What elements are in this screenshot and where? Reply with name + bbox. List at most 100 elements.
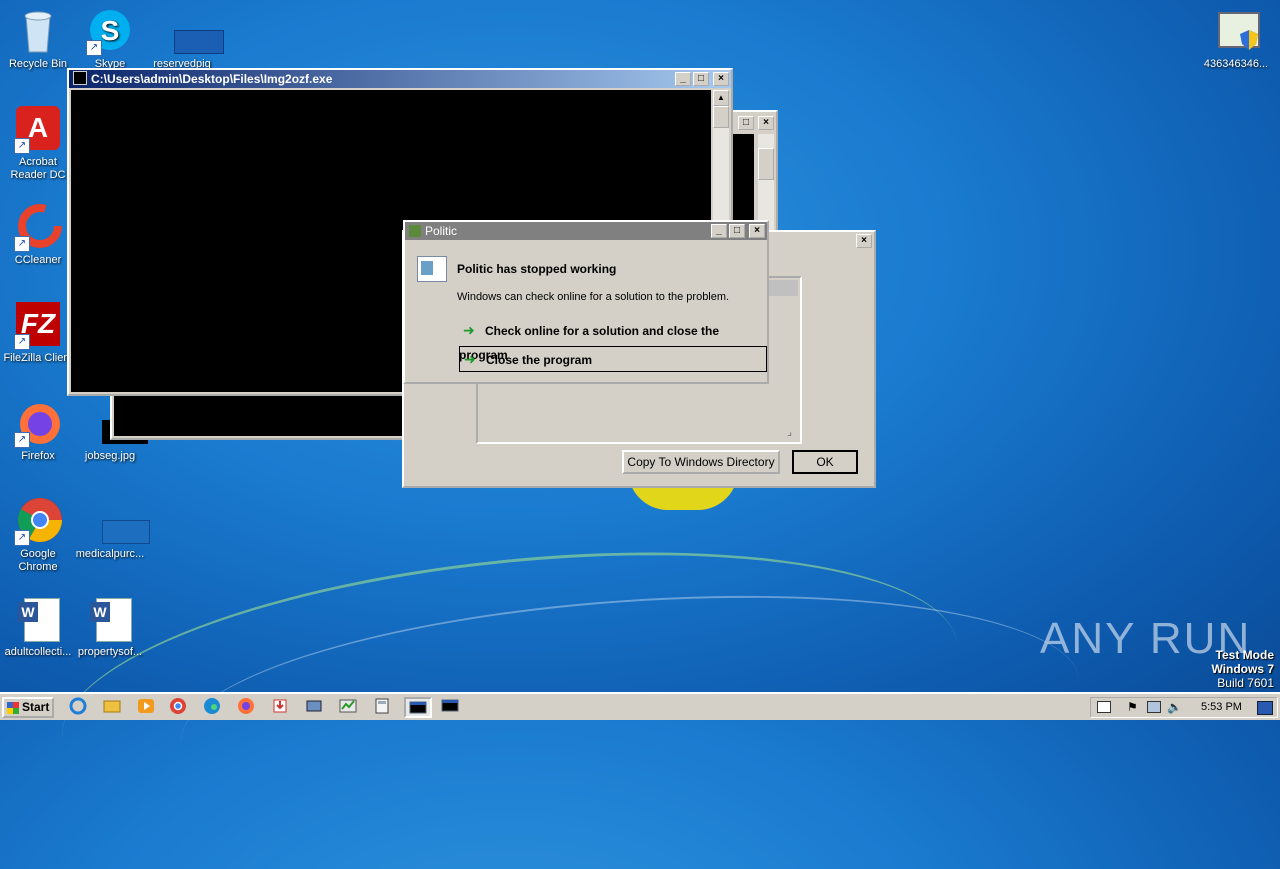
chrome-taskbar-icon[interactable]: [166, 697, 194, 718]
shortcut-arrow-icon: ↗: [86, 40, 102, 56]
acrobat-icon: A ↗: [14, 106, 62, 154]
desktop-icon-reservedpig[interactable]: reservedpig: [144, 8, 224, 71]
console-app-icon: [73, 71, 87, 85]
word-doc-icon: W: [86, 596, 134, 644]
check-online-option[interactable]: ➜ Check online for a solution and close t…: [459, 318, 769, 362]
desktop-icon-chrome[interactable]: ↗ Google Chrome: [0, 498, 76, 574]
taskbar: Start ⚑ 🔈 5:53 PM: [0, 692, 1280, 720]
desktop-icon-label: Firefox: [21, 450, 55, 462]
app-icon: [409, 225, 421, 237]
copy-to-windows-directory-button[interactable]: Copy To Windows Directory: [622, 450, 780, 474]
volume-icon[interactable]: 🔈: [1167, 698, 1182, 717]
image-file-icon: [86, 498, 150, 546]
console-title-bar[interactable]: C:\Users\admin\Desktop\Files\Img2ozf.exe…: [69, 70, 731, 88]
minimize-button[interactable]: _: [675, 72, 691, 86]
close-button[interactable]: ×: [749, 224, 765, 238]
desktop-icon-label: Acrobat Reader DC: [10, 156, 66, 181]
network-tray-icon[interactable]: [1147, 701, 1161, 713]
build-label: Build 7601: [1217, 676, 1274, 690]
word-doc-icon: W: [14, 596, 62, 644]
close-program-option[interactable]: ➜ Close the program: [459, 346, 767, 372]
close-program-label: Close the program: [486, 353, 593, 367]
desktop-icon-propertysof[interactable]: W propertysof...: [72, 596, 148, 659]
desktop-icon-436346346[interactable]: 436346346...: [1198, 8, 1274, 71]
action-center-flag-icon[interactable]: ⚑: [1127, 698, 1138, 717]
shortcut-arrow-icon: ↗: [14, 530, 30, 546]
console-taskbar-button[interactable]: [404, 697, 432, 718]
desktop-icon-label: CCleaner: [14, 254, 62, 266]
desktop-icon-skype[interactable]: S ↗ Skype: [72, 8, 148, 71]
media-player-taskbar-icon[interactable]: [134, 697, 162, 718]
recycle-bin-icon: [14, 8, 62, 56]
desktop-icon-firefox[interactable]: ↗ Firefox: [0, 400, 76, 463]
explorer-taskbar-icon[interactable]: [100, 697, 128, 718]
skype-icon: S ↗: [86, 8, 134, 56]
calculator-taskbar-icon[interactable]: [370, 697, 398, 718]
error-heading: Politic has stopped working: [457, 262, 617, 276]
maximize-button[interactable]: □: [729, 224, 745, 238]
desktop-icon-medicalpurc[interactable]: medicalpurc...: [72, 498, 150, 561]
show-desktop-button[interactable]: [1257, 701, 1273, 715]
desktop-icon-adultcollecti[interactable]: W adultcollecti...: [0, 596, 76, 659]
test-mode-label: Test Mode: [1215, 648, 1274, 662]
desktop-icon-label: medicalpurc...: [75, 548, 145, 560]
firefox-taskbar-icon[interactable]: [234, 697, 262, 718]
desktop-icon-label: Google Chrome: [18, 548, 58, 573]
desktop-icon-label: 436346346...: [1203, 58, 1269, 70]
green-arrow-icon: ➜: [463, 322, 475, 338]
chrome-icon: ↗: [14, 498, 62, 546]
resize-grip-icon: ⌟: [787, 427, 792, 438]
show-desktop-icon[interactable]: [1097, 701, 1111, 713]
shortcut-arrow-icon: ↗: [14, 236, 30, 252]
scrollbar-thumb[interactable]: [713, 106, 729, 128]
shortcut-arrow-icon: ↗: [14, 334, 30, 350]
close-button[interactable]: ×: [856, 234, 872, 248]
clock[interactable]: 5:53 PM: [1201, 698, 1242, 717]
ccleaner-icon: ↗: [14, 204, 62, 252]
error-dialog[interactable]: Politic _ □ × Politic has stopped workin…: [403, 220, 769, 384]
ok-button[interactable]: OK: [792, 450, 858, 474]
maximize-button[interactable]: □: [693, 72, 709, 86]
shield-app-icon: [1212, 8, 1260, 56]
svg-text:S: S: [101, 15, 120, 46]
desktop-icon-label: FileZilla Client: [3, 352, 73, 364]
desktop-icon-label: jobseg.jpg: [84, 450, 136, 462]
green-arrow-icon: ➜: [464, 351, 476, 367]
console-title: C:\Users\admin\Desktop\Files\Img2ozf.exe: [91, 72, 333, 86]
download-taskbar-icon[interactable]: [268, 697, 296, 718]
error-title-bar[interactable]: Politic _ □ ×: [405, 222, 767, 240]
scrollbar-thumb[interactable]: [758, 148, 774, 180]
minimize-button[interactable]: _: [711, 224, 727, 238]
task-manager-taskbar-icon[interactable]: [336, 697, 364, 718]
edge-taskbar-icon[interactable]: [200, 697, 228, 718]
shortcut-arrow-icon: ↗: [14, 432, 30, 448]
windows-logo-icon: [7, 702, 19, 714]
shortcut-arrow-icon: ↗: [14, 138, 30, 154]
desktop-icon-ccleaner[interactable]: ↗ CCleaner: [0, 204, 76, 267]
details-header: [768, 280, 798, 296]
system-tray: ⚑ 🔈 5:53 PM: [1090, 697, 1278, 718]
os-label: Windows 7: [1211, 662, 1274, 676]
image-file-icon: [158, 8, 224, 56]
network-taskbar-icon[interactable]: [302, 697, 330, 718]
desktop-icon-label: adultcollecti...: [4, 646, 72, 658]
desktop-icon-label: Recycle Bin: [8, 58, 68, 70]
test-mode-notice: Test Mode Windows 7 Build 7601: [1211, 648, 1274, 690]
close-button[interactable]: ×: [713, 72, 729, 86]
error-message: Windows can check online for a solution …: [457, 291, 730, 303]
error-dialog-title: Politic: [425, 224, 458, 238]
console-taskbar-button-2[interactable]: [438, 697, 466, 718]
start-label: Start: [22, 700, 50, 714]
program-error-icon: [417, 256, 447, 282]
firefox-icon: ↗: [14, 400, 62, 448]
ie-taskbar-icon[interactable]: [66, 697, 94, 718]
desktop-icon-acrobat[interactable]: A ↗ Acrobat Reader DC: [0, 106, 76, 182]
restore-button[interactable]: □: [738, 116, 754, 130]
desktop-icon-recycle-bin[interactable]: Recycle Bin: [0, 8, 76, 71]
start-button[interactable]: Start: [2, 697, 54, 718]
close-button[interactable]: ×: [758, 116, 774, 130]
filezilla-icon: FZ ↗: [14, 302, 62, 350]
desktop-icon-filezilla[interactable]: FZ ↗ FileZilla Client: [0, 302, 76, 365]
scroll-up-icon[interactable]: ▲: [713, 90, 729, 106]
desktop-icon-label: propertysof...: [77, 646, 143, 658]
